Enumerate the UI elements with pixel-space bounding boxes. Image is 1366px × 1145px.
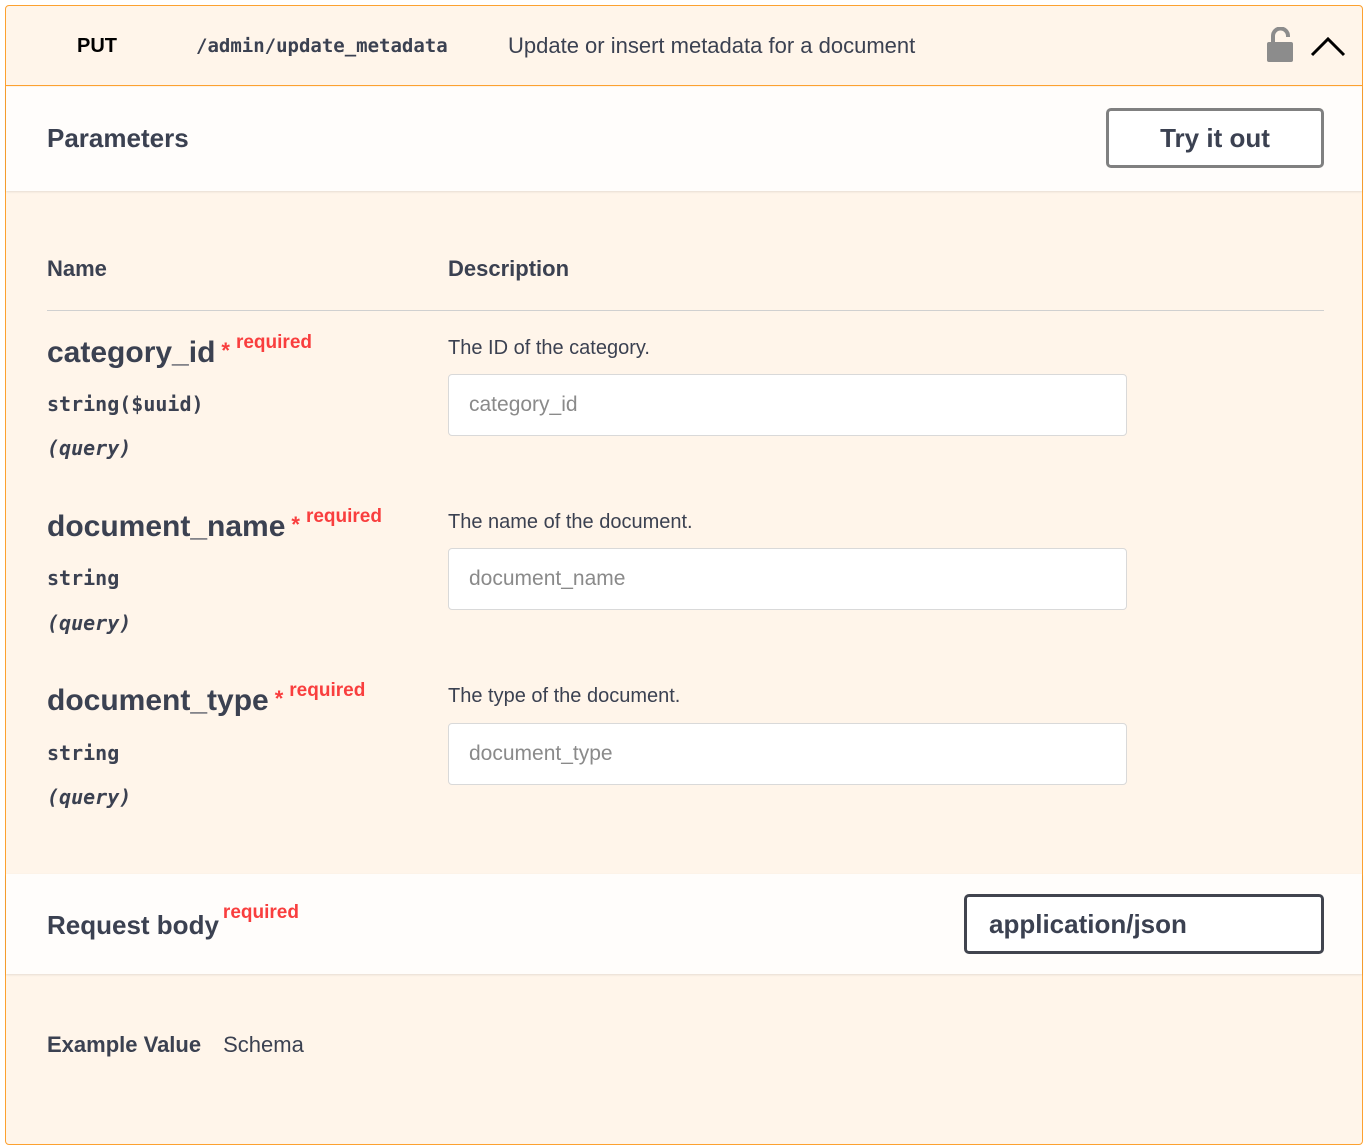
param-name-text: document_type [47, 684, 269, 717]
required-label: required [305, 506, 382, 527]
required-star: * [274, 686, 284, 711]
param-location: (query) [47, 785, 132, 809]
param-name-text: document_name [47, 510, 286, 543]
example-tabs: Example Value Schema [47, 1032, 304, 1058]
request-body-title-wrap: Request body required [47, 902, 299, 941]
http-method-badge: PUT [77, 35, 117, 57]
param-name-category-id: category_id * required [47, 332, 312, 370]
required-label: required [289, 680, 366, 701]
param-name-text: category_id [47, 336, 216, 369]
required-star: * [221, 338, 230, 363]
param-name-document-name: document_name * required [47, 506, 382, 544]
required-label: required [235, 332, 312, 353]
param-type: string [47, 741, 120, 765]
document-name-input[interactable] [448, 548, 1127, 610]
required-label: required [222, 902, 299, 923]
tab-schema[interactable]: Schema [223, 1032, 304, 1057]
param-description: The type of the document. [448, 685, 681, 707]
param-name-document-type: document_type * required [47, 680, 365, 718]
tab-example-value[interactable]: Example Value [47, 1032, 201, 1057]
chevron-up-icon[interactable] [1308, 31, 1348, 61]
category-id-input[interactable] [448, 374, 1127, 436]
required-star: * [291, 512, 300, 537]
request-body-header: Request body required application/json [6, 874, 1362, 974]
endpoint-path: /admin/update_metadata [196, 35, 448, 57]
param-type: string($uuid) [47, 392, 204, 416]
operation-summary[interactable]: PUT /admin/update_metadata Update or ins… [6, 6, 1362, 86]
parameters-title: Parameters [47, 123, 189, 153]
column-header-description: Description [448, 256, 570, 281]
content-type-select[interactable]: application/json [964, 894, 1324, 954]
param-description: The name of the document. [448, 511, 693, 533]
request-body-title: Request body [47, 910, 219, 940]
unlocked-padlock-icon[interactable] [1265, 26, 1295, 63]
parameters-header: Parameters Try it out [6, 87, 1362, 191]
operation-block: PUT /admin/update_metadata Update or ins… [5, 5, 1363, 1145]
document-type-input[interactable] [448, 723, 1127, 785]
param-location: (query) [47, 436, 132, 460]
try-it-out-button[interactable]: Try it out [1106, 108, 1324, 168]
param-type: string [47, 566, 120, 590]
operation-description: Update or insert metadata for a document [508, 33, 916, 58]
param-location: (query) [47, 611, 132, 635]
param-description: The ID of the category. [448, 337, 650, 359]
table-divider [47, 310, 1324, 311]
column-header-name: Name [47, 256, 107, 281]
